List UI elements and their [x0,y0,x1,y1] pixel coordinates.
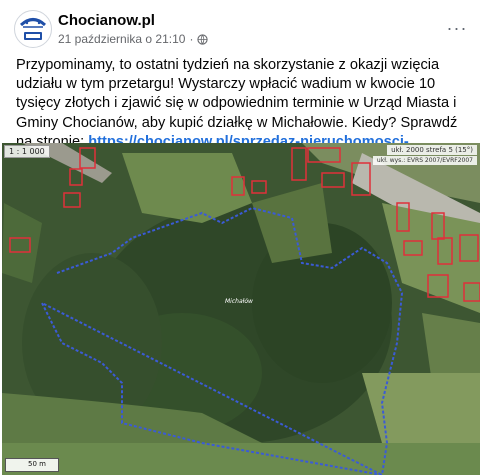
map-scale-label: 1 : 1 000 [4,145,50,158]
map-coordinate-system: ukł. 2000 strefa 5 (15°) [387,145,477,155]
post-meta: 21 października o 21:10 · [58,32,209,46]
aerial-map-image [2,143,480,475]
scalebar-label: 50 m [28,460,46,468]
post-author[interactable]: Chocianow.pl [58,12,155,29]
post-timestamp[interactable]: 21 października o 21:10 [58,32,185,46]
map-height-system: ukł. wys.: EVRS 2007/EVRF2007 [372,156,477,165]
globe-icon[interactable] [197,33,209,45]
post-header: Chocianow.pl 21 października o 21:10 · ·… [0,0,483,52]
meta-separator: · [189,32,194,46]
map-scalebar: 50 m [5,458,59,472]
post-image-map[interactable]: 1 : 1 000 ukł. 2000 strefa 5 (15°) ukł. … [2,143,480,475]
chocianow-logo-icon [16,12,50,46]
facebook-post-card: Chocianow.pl 21 października o 21:10 · ·… [0,0,483,475]
map-plot-label: Michałów [225,298,253,305]
page-avatar[interactable] [14,10,52,48]
more-options-button[interactable]: ··· [443,14,471,42]
